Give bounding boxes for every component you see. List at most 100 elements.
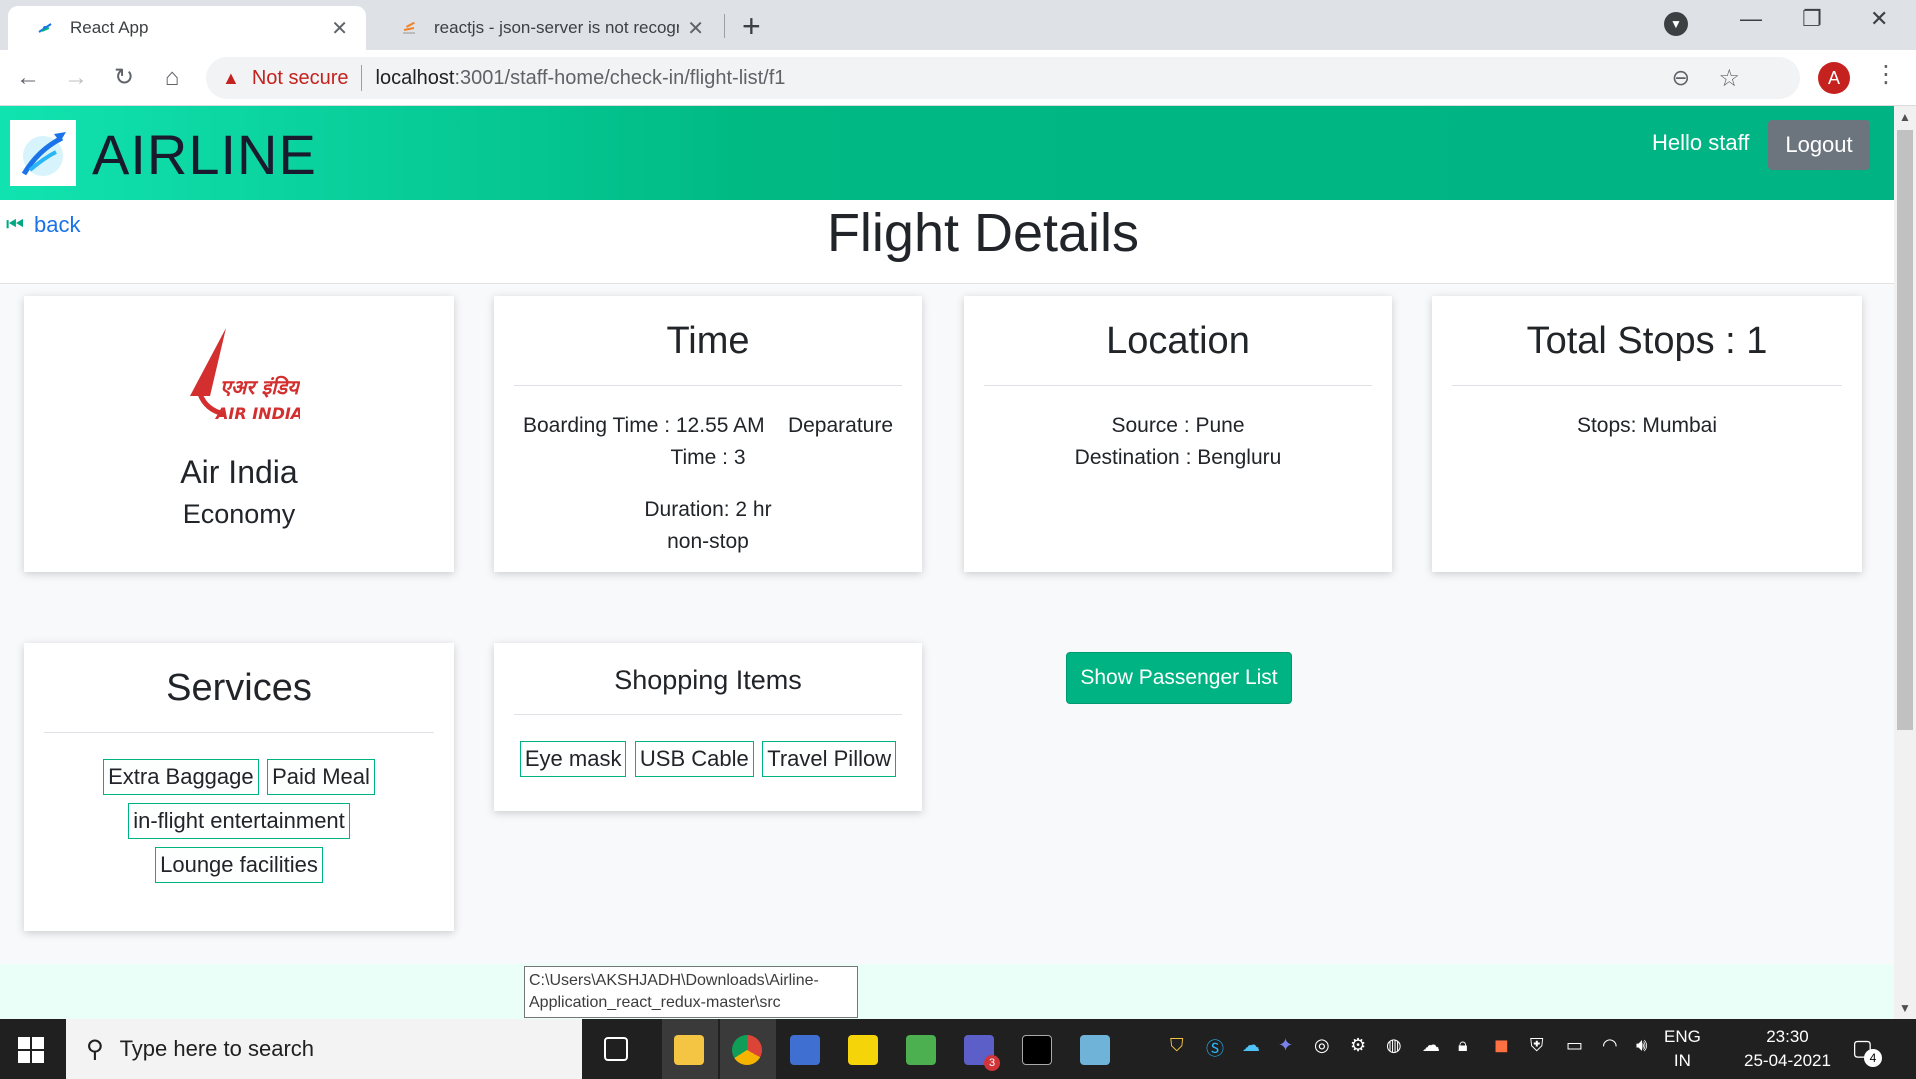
tab-stackoverflow[interactable]: reactjs - json-server is not recogn ✕: [372, 6, 722, 50]
page-subheader: Flight Details ⏮ back: [0, 200, 1894, 284]
airline-logo-icon: [10, 120, 76, 186]
greeting: Hello staff: [1652, 130, 1750, 155]
windows-taskbar: ⚲ Type here to search 3 ⛉ Ⓢ ☁ ✦ ◎ ⚙ ◍ ☁ …: [0, 1019, 1916, 1079]
taskbar-search-input[interactable]: ⚲ Type here to search: [66, 1019, 582, 1079]
tab-title: React App: [70, 18, 149, 37]
address-bar[interactable]: ▲ Not secure localhost:3001/staff-home/c…: [206, 57, 1800, 99]
tab-search-icon[interactable]: ▼: [1664, 12, 1688, 36]
cloud-icon[interactable]: ☁: [1422, 1035, 1440, 1056]
airline-name: Air India: [180, 454, 298, 490]
new-tab-icon[interactable]: +: [742, 8, 761, 45]
divider: [1452, 385, 1842, 386]
restore-icon[interactable]: ❐: [1802, 6, 1822, 32]
search-placeholder: Type here to search: [119, 1036, 315, 1061]
card-title: Shopping Items: [614, 665, 802, 695]
reload-icon[interactable]: ↻: [106, 60, 142, 96]
scroll-down-icon[interactable]: ▼: [1899, 1001, 1911, 1015]
teams-tray-icon[interactable]: ✦: [1278, 1035, 1293, 1056]
taskbar-clock[interactable]: 23:30 25-04-2021: [1744, 1025, 1831, 1073]
divider: [360, 65, 362, 91]
sync-icon[interactable]: ◎: [1314, 1035, 1330, 1056]
security-label[interactable]: Not secure: [252, 67, 349, 90]
lock-app-icon[interactable]: [790, 1035, 820, 1065]
back-arrow-icon[interactable]: ←: [10, 60, 46, 96]
close-icon[interactable]: ✕: [687, 16, 704, 41]
profile-avatar[interactable]: A: [1818, 62, 1850, 94]
app-header: AIRLINE Hello staff Logout: [0, 106, 1894, 200]
lang-top: ENG: [1664, 1027, 1701, 1046]
search-icon: ⚲: [86, 1035, 104, 1063]
minimize-icon[interactable]: —: [1740, 6, 1762, 32]
browser-toolbar: ← → ↻ ⌂ ▲ Not secure localhost:3001/staf…: [0, 50, 1916, 106]
scrollbar-thumb[interactable]: [1897, 130, 1913, 730]
clock-time: 23:30: [1766, 1027, 1809, 1046]
close-icon[interactable]: ✕: [331, 16, 348, 41]
volume-icon[interactable]: 🔊︎: [1636, 1035, 1647, 1056]
shopping-card: Shopping Items Eye mask USB Cable Travel…: [494, 643, 922, 811]
scroll-up-icon[interactable]: ▲: [1899, 110, 1911, 124]
teams-badge: 3: [984, 1055, 1000, 1071]
travel-class: Economy: [182, 499, 296, 529]
back-link[interactable]: ⏮ back: [6, 212, 80, 238]
logout-button[interactable]: Logout: [1768, 120, 1870, 170]
destination: Destination : Bengluru: [1074, 446, 1282, 469]
departure-time: Time : 3: [670, 446, 746, 469]
stop-type: non-stop: [667, 530, 749, 553]
card-title: Total Stops : 1: [1526, 320, 1768, 362]
windows-start-icon[interactable]: [18, 1037, 44, 1063]
service-chip: Paid Meal: [267, 759, 375, 795]
page-scrollbar[interactable]: ▲ ▼: [1894, 106, 1916, 1019]
terminal-icon[interactable]: [1022, 1035, 1052, 1065]
battery-icon[interactable]: ▭: [1566, 1035, 1583, 1056]
tab-react-app[interactable]: React App ✕: [8, 6, 366, 50]
home-icon[interactable]: ⌂: [154, 60, 190, 96]
bookmark-star-icon[interactable]: ☆: [1718, 64, 1740, 93]
notification-icon[interactable]: ▢ 4: [1852, 1035, 1882, 1067]
airline-card: एअर इंडिया AIR INDIA Air India Economy: [24, 296, 454, 572]
globe-icon[interactable]: ◍: [1386, 1035, 1402, 1056]
skype-icon[interactable]: Ⓢ: [1206, 1035, 1224, 1061]
image-app-icon[interactable]: [906, 1035, 936, 1065]
footer-strip: [0, 964, 1894, 1019]
react-favicon-icon: [36, 19, 54, 37]
url-host: localhost: [375, 66, 455, 89]
tooltip-line: C:\Users\AKSHJADH\Downloads\Airline-: [529, 972, 819, 989]
wifi-icon[interactable]: ◠: [1602, 1035, 1618, 1056]
logo-hindi-text: एअर इंडिया: [220, 375, 300, 399]
url-path: :3001/staff-home/check-in/flight-list/f1: [454, 66, 786, 89]
browser-tab-strip: React App ✕ reactjs - json-server is not…: [0, 0, 1916, 50]
menu-icon[interactable]: ⋮: [1874, 60, 1898, 89]
office-icon[interactable]: ◼: [1494, 1035, 1509, 1056]
teams-icon[interactable]: 3: [964, 1035, 1000, 1071]
onedrive-icon[interactable]: ☁: [1242, 1035, 1260, 1056]
chrome-icon[interactable]: [732, 1035, 762, 1065]
forward-arrow-icon[interactable]: →: [58, 60, 94, 96]
window-close-icon[interactable]: ✕: [1870, 6, 1888, 32]
settings-gear-icon[interactable]: ⚙: [1350, 1035, 1366, 1056]
tab-title: reactjs - json-server is not recogn: [434, 18, 680, 37]
service-chip: in-flight entertainment: [128, 803, 350, 839]
security-shield-icon[interactable]: ⛨: [1530, 1035, 1544, 1056]
notepad-icon[interactable]: [1080, 1035, 1110, 1065]
divider: [514, 385, 902, 386]
tab-separator: [724, 14, 725, 38]
file-explorer-icon[interactable]: [674, 1035, 704, 1065]
lock-tray-icon[interactable]: 🔒︎: [1458, 1035, 1468, 1056]
task-view-icon[interactable]: [604, 1037, 628, 1061]
page-viewport: AIRLINE Hello staff Logout Flight Detail…: [0, 106, 1894, 1019]
stops-list: Stops: Mumbai: [1576, 414, 1718, 437]
language-indicator[interactable]: ENG IN: [1664, 1025, 1701, 1073]
duration: Duration: 2 hr: [644, 498, 772, 521]
divider: [984, 385, 1372, 386]
notification-count: 4: [1864, 1049, 1882, 1067]
tray-shield-icon[interactable]: ⛉: [1170, 1035, 1184, 1056]
air-india-logo: एअर इंडिया AIR INDIA: [170, 324, 309, 434]
location-card: Location Source : Pune Destination : Ben…: [964, 296, 1392, 572]
shopping-chip: USB Cable: [634, 741, 754, 777]
show-passenger-list-button[interactable]: Show Passenger List: [1066, 652, 1292, 704]
stackoverflow-icon: [400, 19, 418, 37]
card-title: Location: [1106, 320, 1250, 362]
zoom-icon[interactable]: ⊖: [1672, 65, 1690, 91]
sticky-notes-icon[interactable]: [848, 1035, 878, 1065]
back-label: back: [34, 212, 81, 237]
